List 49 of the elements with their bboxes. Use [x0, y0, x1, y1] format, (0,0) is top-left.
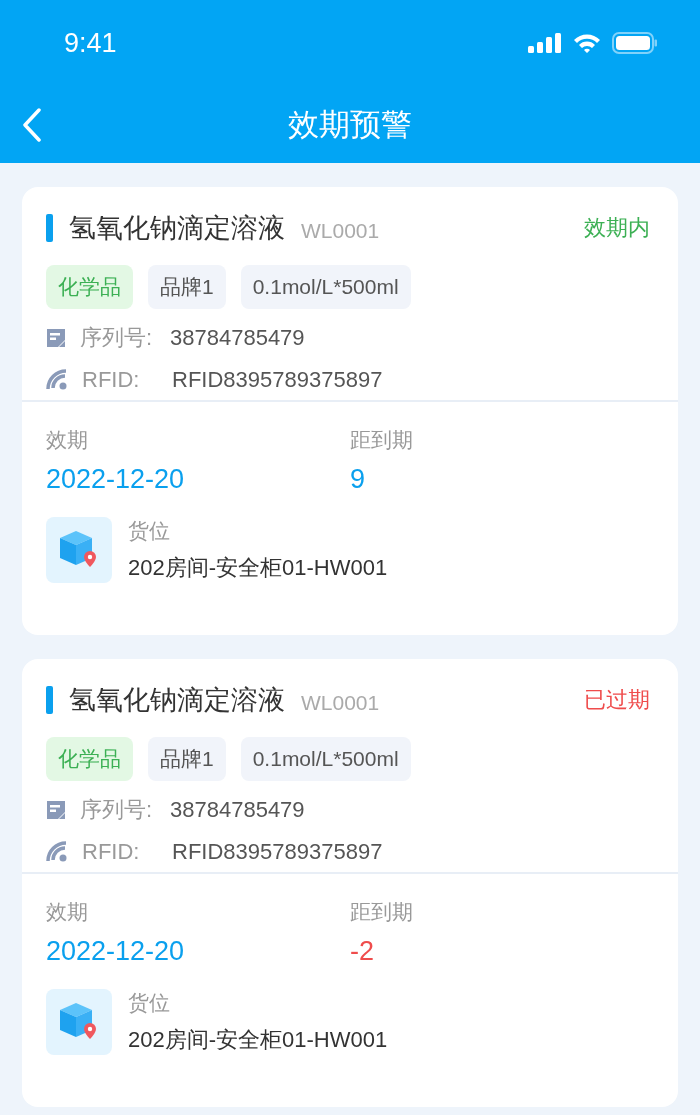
location-icon: [46, 517, 112, 583]
rfid-label: RFID:: [82, 367, 141, 393]
serial-label: 序列号:: [80, 324, 154, 352]
wifi-icon: [572, 32, 602, 54]
page-title: 效期预警: [288, 104, 412, 144]
serial-number: 38784785479: [170, 325, 305, 351]
tag: 0.1mol/L*500ml: [240, 737, 411, 781]
expiry-label: 效期: [46, 899, 89, 926]
expiry-label: 效期: [46, 427, 89, 454]
signal-arc-icon: [46, 369, 68, 391]
tag: 化学品: [46, 737, 133, 781]
days-left-label: 距到期: [350, 899, 414, 926]
expiry-date: 2022-12-20: [46, 936, 186, 967]
note-icon: [46, 328, 66, 348]
rfid-value: RFID8395789375897: [172, 367, 383, 393]
item-name: 氢氧化钠滴定溶液: [69, 683, 285, 717]
signal-icon: [528, 33, 562, 53]
signal-arc-icon: [46, 841, 68, 863]
rfid-label: RFID:: [82, 839, 141, 865]
days-left: -2: [350, 936, 375, 967]
tag: 品牌1: [148, 265, 226, 309]
battery-icon: [612, 32, 658, 54]
days-left-label: 距到期: [350, 427, 414, 454]
item-name: 氢氧化钠滴定溶液: [69, 211, 285, 245]
item-card[interactable]: 氢氧化钠滴定溶液 WL0001 已过期 化学品 品牌1 0.1mol/L*500ml 序列号: 38784785479 RFID: RFID8395789375897 效期 2022-12-20 距到期 -2 货位 202房间-安全柜01-HW001: [22, 659, 678, 1107]
status-time: 9:41: [64, 27, 117, 59]
accent-bar: [46, 214, 53, 242]
location-value: 202房间-安全柜01-HW001: [128, 1026, 388, 1054]
days-left: 9: [350, 464, 367, 495]
expiry-date: 2022-12-20: [46, 464, 186, 495]
tag: 化学品: [46, 265, 133, 309]
note-icon: [46, 800, 66, 820]
back-icon: [22, 108, 42, 142]
rfid-value: RFID8395789375897: [172, 839, 383, 865]
serial-label: 序列号:: [80, 796, 154, 824]
accent-bar: [46, 686, 53, 714]
location-label: 货位: [128, 990, 171, 1017]
location-value: 202房间-安全柜01-HW001: [128, 554, 388, 582]
status-label: 已过期: [584, 686, 650, 714]
tag: 品牌1: [148, 737, 226, 781]
item-card[interactable]: 氢氧化钠滴定溶液 WL0001 效期内 化学品 品牌1 0.1mol/L*500ml 序列号: 38784785479 RFID: RFID8395789375897 效期 2022-12-20 距到期 9 货位 202房间-安全柜01-HW001: [22, 187, 678, 635]
back-button[interactable]: [20, 106, 44, 144]
item-code: WL0001: [301, 219, 380, 243]
serial-number: 38784785479: [170, 797, 305, 823]
location-icon: [46, 989, 112, 1055]
tag: 0.1mol/L*500ml: [240, 265, 411, 309]
item-code: WL0001: [301, 691, 380, 715]
location-label: 货位: [128, 518, 171, 545]
status-label: 效期内: [584, 214, 650, 242]
